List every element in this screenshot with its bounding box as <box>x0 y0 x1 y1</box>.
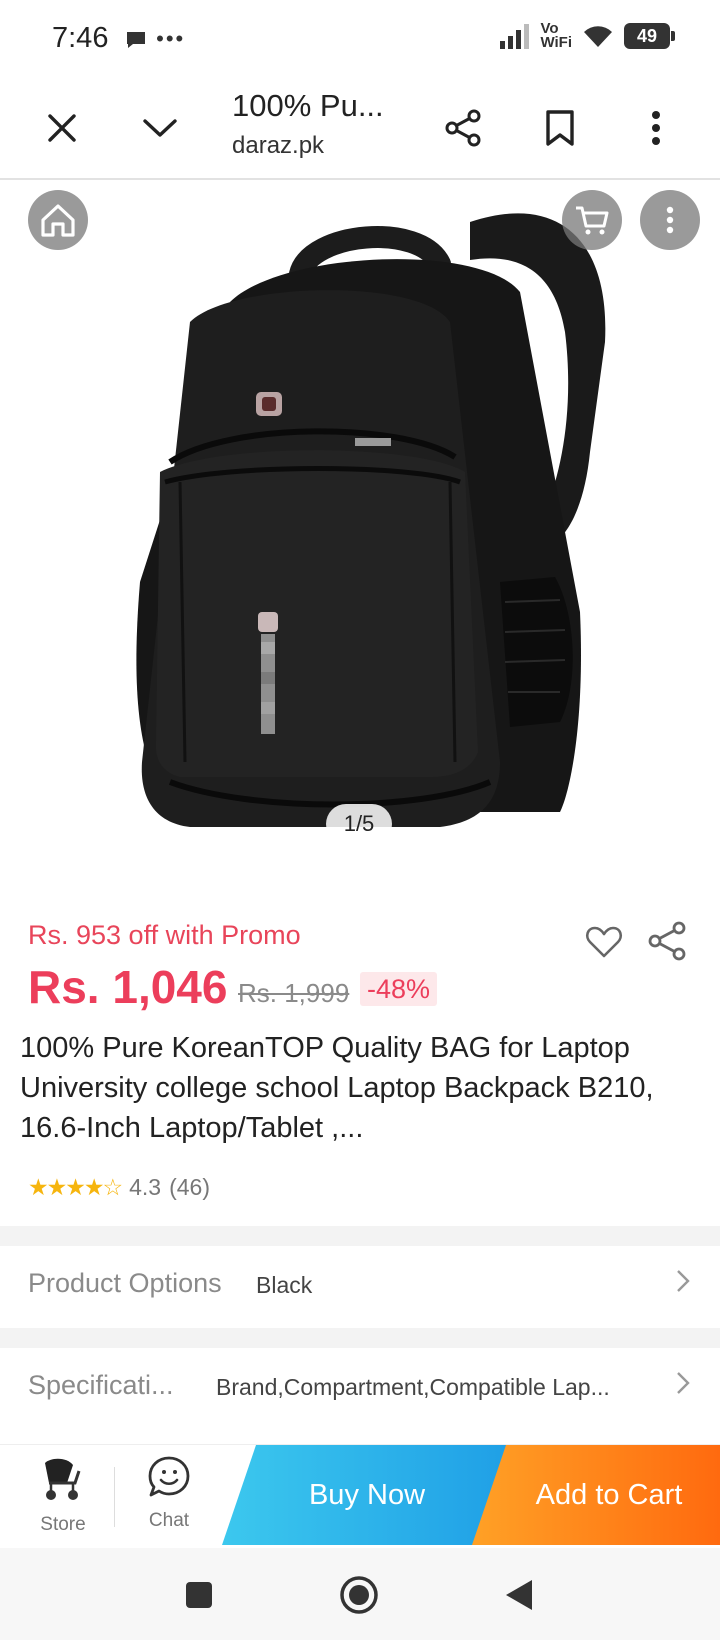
product-options-row[interactable]: Product Options Black <box>0 1246 720 1326</box>
rating-value: 4.3 <box>129 1174 162 1200</box>
action-divider <box>114 1467 115 1527</box>
more-notifications-icon: ••• <box>156 26 186 51</box>
original-price: Rs. 1,999 <box>238 978 350 1008</box>
chat-label: Chat <box>148 1510 190 1531</box>
status-bar: 7:46 ••• Vo WiFi 49 <box>0 0 720 76</box>
page: 7:46 ••• Vo WiFi 49 100% Pu... daraz.pk … <box>0 0 720 1640</box>
section-divider <box>0 1328 720 1348</box>
wishlist-heart-icon[interactable] <box>584 922 624 962</box>
product-options-value: Black <box>256 1272 313 1298</box>
product-share-icon[interactable] <box>646 920 688 962</box>
battery-icon: 49 <box>624 23 675 49</box>
page-url: daraz.pk <box>232 132 325 159</box>
cell-signal-icon <box>500 24 530 49</box>
add-to-cart-button[interactable]: Add to Cart <box>472 1445 720 1545</box>
specifications-value: Brand,Compartment,Compatible Lap... <box>216 1374 610 1400</box>
cart-button[interactable] <box>562 190 622 250</box>
wifi-icon <box>584 26 612 47</box>
home-icon <box>41 204 75 237</box>
store-label: Store <box>40 1514 86 1535</box>
rating-stars-icon: ★★★★☆ <box>28 1174 123 1200</box>
page-title: 100% Pu... <box>232 88 384 123</box>
chevron-down-icon[interactable] <box>132 100 188 156</box>
back-triangle-icon[interactable] <box>498 1574 540 1616</box>
status-right: Vo WiFi 49 <box>498 20 675 51</box>
status-time: 7:46 <box>52 22 109 54</box>
chat-smiley-icon <box>148 1456 190 1497</box>
product-options-label: Product Options <box>28 1268 222 1298</box>
recents-icon[interactable] <box>178 1574 220 1616</box>
browser-toolbar: 100% Pu... daraz.pk <box>0 76 720 180</box>
buy-now-button[interactable]: Buy Now <box>222 1445 512 1545</box>
backpack-image <box>136 213 606 827</box>
cart-icon <box>576 206 609 235</box>
share-icon[interactable] <box>435 100 491 156</box>
chevron-right-icon <box>676 1370 690 1402</box>
promo-text: Rs. 953 off with Promo <box>28 920 301 950</box>
more-vertical-icon <box>666 206 674 234</box>
rating-count: (46) <box>169 1174 210 1200</box>
notification-icons: ••• <box>124 26 185 52</box>
bookmark-icon[interactable] <box>532 100 588 156</box>
store-stroller-icon <box>45 1458 81 1500</box>
product-title: 100% Pure KoreanTOP Quality BAG for Lapt… <box>20 1032 654 1144</box>
chat-button[interactable]: Chat <box>124 1453 214 1532</box>
close-icon[interactable] <box>34 100 90 156</box>
product-rating[interactable]: ★★★★☆ 4.3 (46) <box>28 1174 210 1201</box>
specifications-row[interactable]: Specificati... Brand,Compartment,Compati… <box>0 1348 720 1428</box>
chat-bubble-icon <box>127 32 145 49</box>
vowifi-indicator: Vo WiFi <box>540 20 572 51</box>
product-image-gallery[interactable]: 1/5 <box>0 182 720 872</box>
home-button[interactable] <box>28 190 88 250</box>
system-navigation-bar <box>0 1548 720 1640</box>
section-divider <box>0 1226 720 1246</box>
home-circle-icon[interactable] <box>338 1574 380 1616</box>
current-price: Rs. 1,046 <box>28 961 228 1013</box>
more-options-icon[interactable] <box>628 100 684 156</box>
chevron-right-icon <box>676 1268 690 1300</box>
specifications-label: Specificati... <box>28 1370 174 1400</box>
store-button[interactable]: Store <box>18 1453 108 1536</box>
discount-badge: -48% <box>360 972 438 1006</box>
gallery-more-button[interactable] <box>640 190 700 250</box>
image-counter: 1/5 <box>326 804 392 844</box>
bottom-action-bar: Store Chat Buy Now Add to Cart <box>0 1444 720 1546</box>
